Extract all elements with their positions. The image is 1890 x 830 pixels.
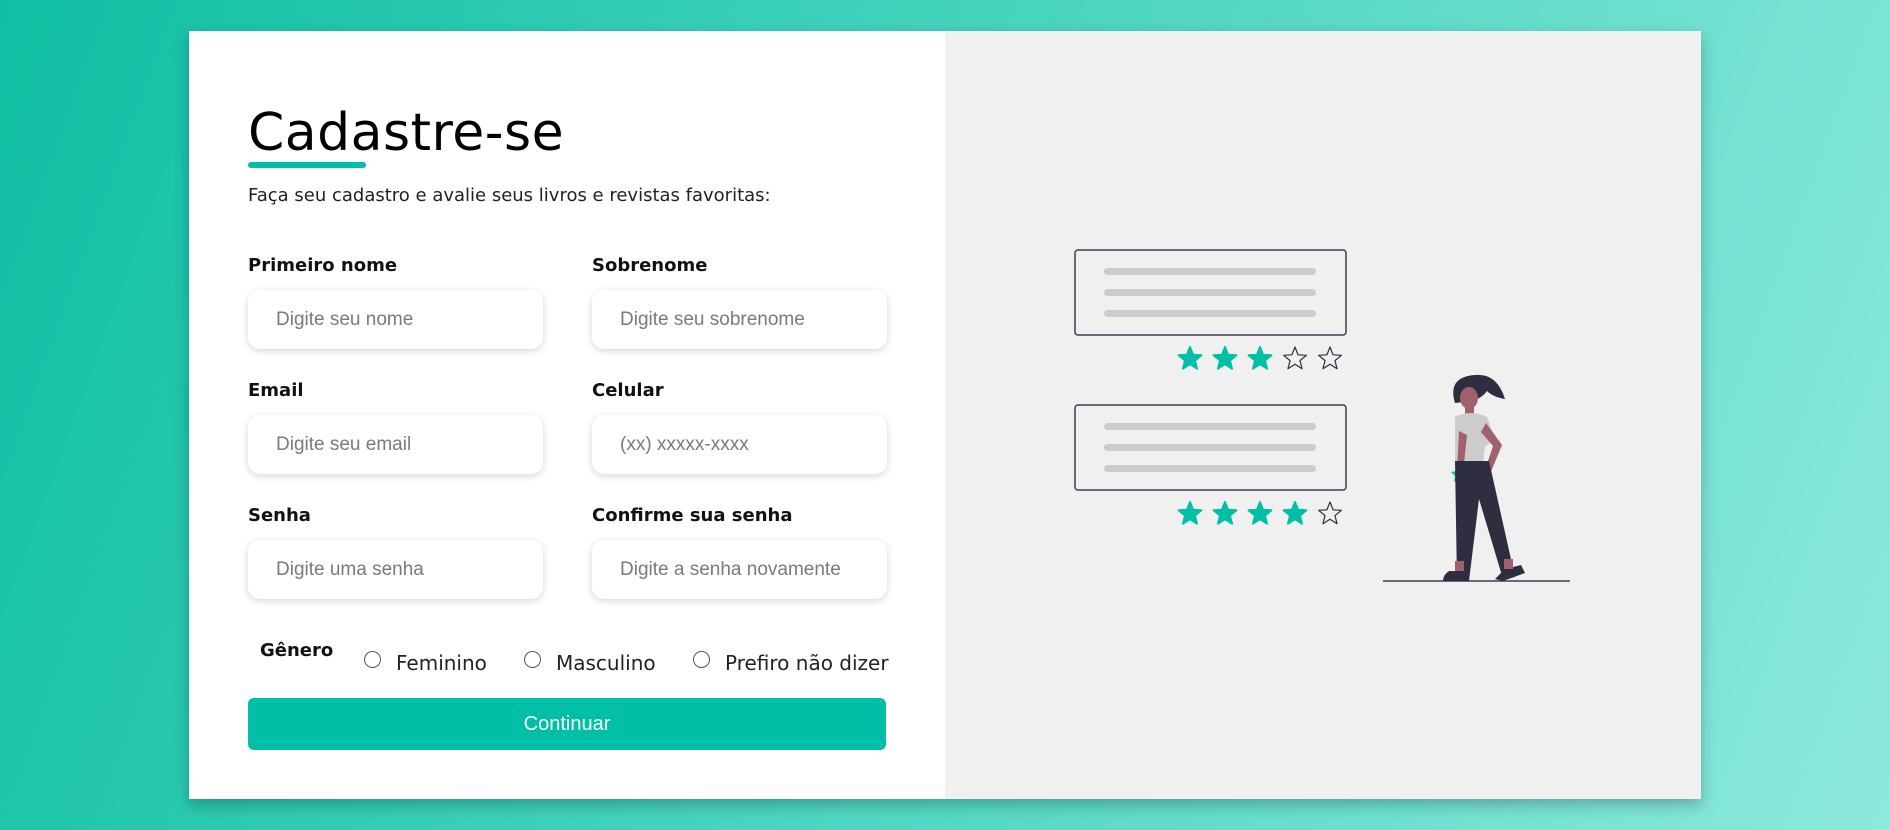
continue-button[interactable]: Continuar: [248, 698, 886, 750]
gender-option-feminino[interactable]: Feminino: [364, 643, 487, 675]
radio-button[interactable]: [693, 650, 710, 668]
phone-input[interactable]: [592, 415, 887, 474]
title-underline: [248, 162, 366, 168]
first-name-label: Primeiro nome: [248, 255, 398, 276]
gender-label: Gênero: [260, 640, 334, 661]
star-empty-icon: [1282, 346, 1308, 370]
phone-label: Celular: [592, 380, 664, 401]
confirm-password-input[interactable]: [592, 540, 887, 599]
star-filled-icon: [1212, 346, 1238, 370]
password-input[interactable]: [248, 540, 543, 599]
page-title: Cadastre-se: [248, 103, 565, 163]
star-empty-icon: [1317, 346, 1343, 370]
signup-form-panel: Cadastre-se Faça seu cadastro e avalie s…: [189, 31, 945, 799]
first-name-input[interactable]: [248, 290, 543, 349]
review-1-stars: [1177, 346, 1343, 370]
gender-option-prefer-not[interactable]: Prefiro não dizer: [693, 643, 889, 675]
star-empty-icon: [1317, 501, 1343, 525]
star-filled-icon: [1177, 501, 1203, 525]
review-card-2: [1074, 404, 1347, 491]
star-filled-icon: [1282, 501, 1308, 525]
star-filled-icon: [1247, 346, 1273, 370]
email-group: Email: [248, 380, 543, 474]
gender-option-masculino[interactable]: Masculino: [524, 643, 656, 675]
last-name-group: Sobrenome: [592, 255, 887, 349]
review-2-stars: [1177, 501, 1343, 525]
person-figure: [1443, 374, 1525, 581]
email-input[interactable]: [248, 415, 543, 474]
first-name-group: Primeiro nome: [248, 255, 543, 349]
gender-option-label: Masculino: [556, 651, 656, 675]
confirm-password-group: Confirme sua senha: [592, 505, 887, 599]
confirm-password-label: Confirme sua senha: [592, 505, 793, 526]
gender-option-label: Prefiro não dizer: [725, 651, 889, 675]
review-card-1: [1074, 249, 1347, 336]
signup-card: Cadastre-se Faça seu cadastro e avalie s…: [189, 31, 1701, 799]
illustration-panel: [945, 31, 1701, 799]
radio-button[interactable]: [524, 650, 541, 668]
phone-group: Celular: [592, 380, 887, 474]
last-name-label: Sobrenome: [592, 255, 708, 276]
page-subtitle: Faça seu cadastro e avalie seus livros e…: [248, 185, 771, 206]
email-label: Email: [248, 380, 304, 401]
review-illustration: [1074, 249, 1570, 582]
password-group: Senha: [248, 505, 543, 599]
star-filled-icon: [1177, 346, 1203, 370]
gender-option-label: Feminino: [396, 651, 487, 675]
star-filled-icon: [1247, 501, 1273, 525]
last-name-input[interactable]: [592, 290, 887, 349]
star-filled-icon: [1212, 501, 1238, 525]
password-label: Senha: [248, 505, 311, 526]
radio-button[interactable]: [364, 650, 381, 668]
